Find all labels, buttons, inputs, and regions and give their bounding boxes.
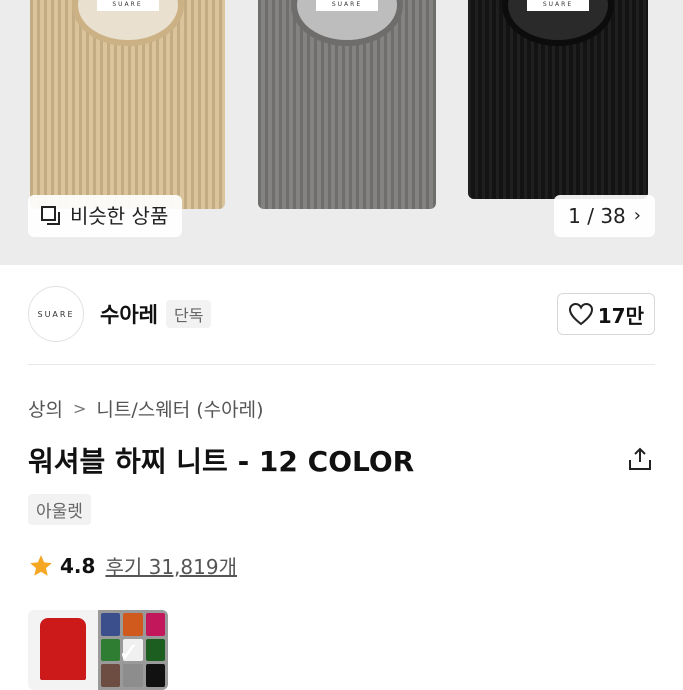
product-image-carousel[interactable]: SUARE SUARE SUARE 비슷한 상품 1 / 38 › [0, 0, 683, 265]
color-swatch [145, 638, 165, 662]
chevron-right-icon: > [72, 399, 87, 418]
store-row: SUARE 수아레 단독 17만 [28, 285, 655, 343]
similar-items-label: 비슷한 상품 [70, 204, 169, 228]
color-swatch [123, 613, 143, 636]
thumbnail-color-grid[interactable]: ✓ [98, 610, 168, 690]
gray-sweater-image: SUARE [258, 0, 436, 209]
store-name[interactable]: 수아레 [100, 299, 158, 329]
color-swatch [145, 664, 165, 687]
image-counter[interactable]: 1 / 38 › [554, 195, 655, 237]
similar-items-icon [41, 206, 60, 225]
rating-row: 4.8 후기 31,819개 [28, 551, 237, 580]
chevron-right-icon: › [633, 205, 641, 226]
beige-sweater-image: SUARE [30, 0, 225, 209]
brand-label: SUARE [527, 0, 589, 11]
color-swatch [101, 613, 121, 636]
color-thumbnails[interactable]: ✓ [28, 610, 168, 690]
color-swatch [145, 613, 165, 636]
exclusive-badge: 단독 [165, 300, 212, 328]
thumbnail-red-cardigan[interactable] [28, 610, 98, 690]
heart-icon [568, 302, 593, 326]
image-counter-text: 1 / 38 [568, 204, 626, 228]
share-icon [629, 447, 651, 470]
breadcrumb: 상의 > 니트/스웨터 (수아레) [28, 395, 263, 422]
check-icon: ✓ [118, 638, 140, 668]
share-button[interactable] [627, 446, 653, 476]
breadcrumb-subcategory[interactable]: 니트/스웨터 (수아레) [96, 395, 263, 422]
similar-items-button[interactable]: 비슷한 상품 [28, 195, 183, 237]
like-count: 17만 [597, 303, 644, 328]
reviews-link[interactable]: 후기 31,819개 [105, 551, 237, 580]
divider [28, 364, 655, 365]
product-title: 워셔블 하찌 니트 - 12 COLOR [28, 445, 415, 478]
breadcrumb-category[interactable]: 상의 [28, 395, 63, 422]
like-button[interactable]: 17만 [556, 293, 655, 335]
brand-label: SUARE [316, 0, 378, 11]
outlet-badge: 아울렛 [28, 494, 91, 525]
brand-label: SUARE [96, 0, 159, 11]
red-cardigan-image [40, 618, 86, 680]
rating-score: 4.8 [60, 553, 96, 578]
star-icon [30, 554, 52, 576]
store-logo[interactable]: SUARE [28, 286, 84, 342]
black-sweater-image: SUARE [468, 0, 648, 199]
